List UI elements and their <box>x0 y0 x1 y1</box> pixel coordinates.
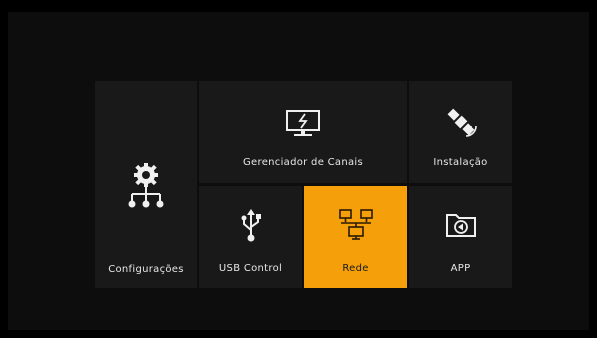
tile-label-instalacao: Instalação <box>433 157 488 168</box>
app-folder-icon <box>445 214 476 237</box>
tile-configuracoes[interactable]: Configurações <box>95 81 197 288</box>
tv-screen: Configurações Gerenciador de Canais Inst… <box>8 12 589 330</box>
tile-label-gerenciador-de-canais: Gerenciador de Canais <box>243 157 363 168</box>
tile-rede[interactable]: Rede <box>304 186 407 288</box>
tile-gerenciador-de-canais[interactable]: Gerenciador de Canais <box>199 81 407 183</box>
settings-network-icon <box>128 163 164 208</box>
satellite-icon <box>447 108 477 137</box>
tile-app[interactable]: APP <box>409 186 512 288</box>
tile-label-rede: Rede <box>342 263 369 274</box>
tile-label-app: APP <box>450 263 471 274</box>
usb-icon <box>241 209 261 242</box>
tile-usb-control[interactable]: USB Control <box>199 186 302 288</box>
tile-label-configuracoes: Configurações <box>108 264 184 275</box>
monitor-channels-icon <box>286 110 320 136</box>
tile-instalacao[interactable]: Instalação <box>409 81 512 183</box>
network-icon <box>338 209 373 240</box>
tile-label-usb-control: USB Control <box>218 263 283 274</box>
